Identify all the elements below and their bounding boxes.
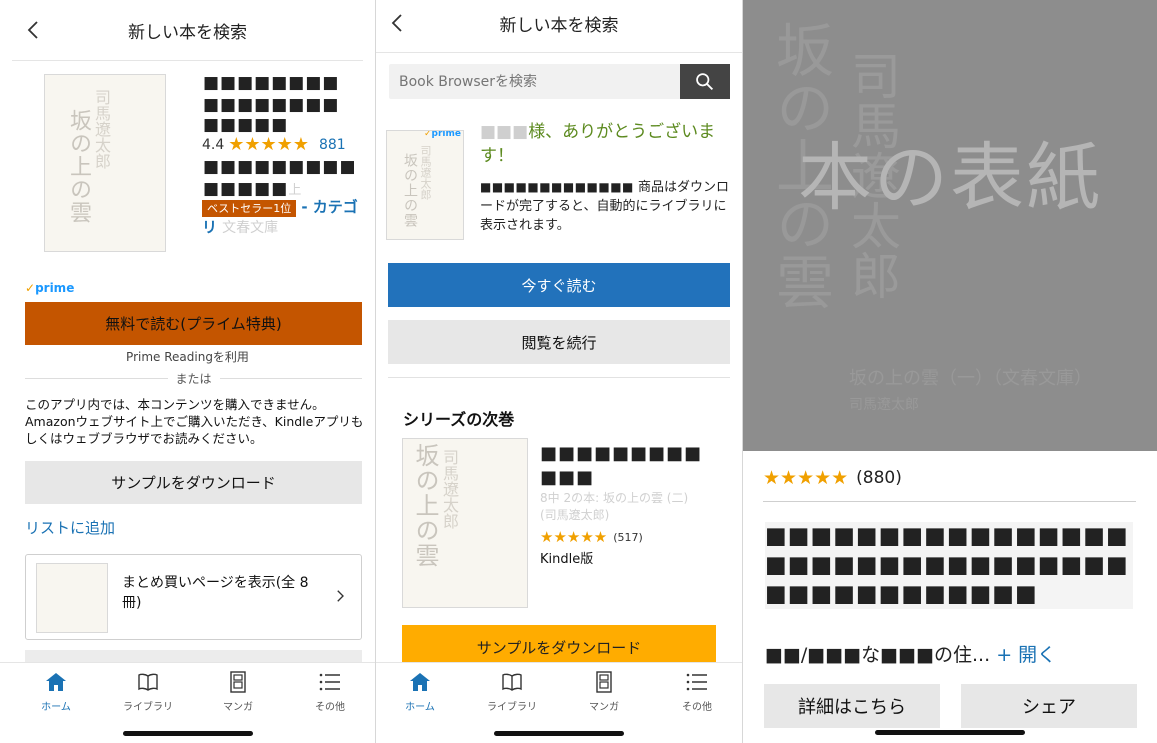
continue-browsing-button[interactable]: 閲覧を続行 <box>388 320 730 364</box>
book-icon <box>138 673 158 691</box>
chevron-right-icon <box>337 590 344 602</box>
manga-icon <box>596 671 612 693</box>
cover-title: 坂の上の雲 <box>402 153 418 228</box>
next-volume-cover[interactable]: 司馬遼太郎 坂の上の雲 <box>402 438 528 608</box>
book-title-tail: ■■■■■ <box>203 115 289 135</box>
cover-caption: 坂の上の雲（一）（文春文庫） <box>849 368 1092 389</box>
screen-purchase-complete: 新しい本を検索 ✓prime 司馬遼太郎 坂の上の雲 ■■■様、ありがとうござい… <box>376 0 742 743</box>
expand-link[interactable]: + 開く <box>996 644 1056 666</box>
header: 新しい本を検索 <box>376 0 742 60</box>
rating-count[interactable]: (880) <box>856 468 902 488</box>
search-bar <box>389 64 730 99</box>
book-cover[interactable]: 司馬遼太郎 坂の上の雲 <box>44 74 166 252</box>
home-icon <box>410 673 430 691</box>
rating-row: 4.4 ★★★★★ 881 <box>202 134 346 155</box>
screen-book-preview: 坂の上の雲 司馬遼太郎 本の表紙 坂の上の雲（一）（文春文庫） 司馬遼太郎 ★★… <box>743 0 1157 743</box>
header-divider <box>376 52 742 53</box>
bundle-cover <box>36 563 108 633</box>
purchase-note: このアプリ内では、本コンテンツを購入できません。Amazonウェブサイト上でご購… <box>25 397 364 446</box>
author[interactable]: ■■■■■■■■■■■■■■上 <box>203 156 358 200</box>
next-volume-rating: ★★★★★ (517) <box>540 528 643 546</box>
series-heading: シリーズの次巻 <box>403 410 515 429</box>
thanks-message: ■■■様、ありがとうございます！ <box>480 122 716 166</box>
rating-divider <box>763 501 1136 502</box>
cover-overlay-label: 本の表紙 <box>798 135 1102 221</box>
review-count: (517) <box>613 530 643 544</box>
format-label: Kindle版 <box>540 552 594 567</box>
search-input[interactable] <box>389 64 680 99</box>
page-title: 新しい本を検索 <box>128 23 247 43</box>
sample-download-button[interactable]: サンプルをダウンロード <box>25 461 362 504</box>
next-volume-title[interactable]: ■■■■■■■■■■■■ <box>540 442 716 490</box>
rating-row: ★★★★★ (880) <box>763 467 902 489</box>
section-divider <box>388 377 730 378</box>
tab-bar: ホーム ライブラリ マンガ その他 <box>0 662 375 743</box>
tab-more[interactable]: その他 <box>290 671 370 713</box>
cover-title: 坂の上の雲 <box>411 443 439 568</box>
bundle-card[interactable]: まとめ買いページを表示(全 8 冊) <box>25 554 362 640</box>
cover-area[interactable]: 坂の上の雲 司馬遼太郎 本の表紙 坂の上の雲（一）（文春文庫） 司馬遼太郎 <box>743 0 1157 451</box>
prime-reading-note: Prime Readingを利用 <box>126 350 249 364</box>
prime-check-icon: ✓ <box>25 281 36 295</box>
tab-bar: ホーム ライブラリ マンガ その他 <box>376 662 742 743</box>
cover-author: 司馬遼太郎 <box>440 449 459 529</box>
home-indicator <box>494 731 624 736</box>
home-icon <box>46 673 66 691</box>
rating-value: 4.4 <box>202 136 225 153</box>
book-thumbnail[interactable]: ✓prime 司馬遼太郎 坂の上の雲 <box>386 130 464 240</box>
review-count[interactable]: 881 <box>319 137 346 153</box>
next-volume-series-info: 8中 2の本: 坂の上の雲 (二) (司馬遼太郎) <box>540 491 689 522</box>
rating-stars-icon: ★★★★★ <box>540 528 608 546</box>
tab-more[interactable]: その他 <box>657 671 737 713</box>
cover-author: 司馬遼太郎 <box>419 145 432 200</box>
customer-name: ■■■ <box>480 122 529 142</box>
download-description: ■■■■■■■■■■■■■ 商品はダウンロードが完了すると、自動的にライブラリに… <box>480 180 730 233</box>
home-indicator <box>122 731 253 736</box>
badge-category-row: ベストセラー1位 - カテゴリ 文春文庫 <box>202 197 362 238</box>
share-button[interactable]: シェア <box>961 684 1137 728</box>
bundle-text: まとめ買いページを表示(全 8 冊) <box>122 575 309 611</box>
search-icon <box>696 73 714 91</box>
search-button[interactable] <box>680 64 730 99</box>
tab-manga[interactable]: マンガ <box>564 671 644 713</box>
menu-icon <box>686 673 707 691</box>
description-redacted: ■■■■■■■■■■■■■■■■■■■■■■■■■■■■■■■■■■■■■■■■… <box>765 522 1133 609</box>
screen-book-detail: 新しい本を検索 司馬遼太郎 坂の上の雲 ■■■■■■■■■■■■■■■■ ■■■… <box>0 0 375 743</box>
header: 新しい本を検索 <box>0 0 375 61</box>
read-now-button[interactable]: 今すぐ読む <box>388 263 730 307</box>
or-label: または <box>167 370 220 387</box>
rating-stars-icon: ★★★★★ <box>228 134 309 155</box>
add-to-list-link[interactable]: リストに追加 <box>25 517 115 538</box>
page-title: 新しい本を検索 <box>499 16 619 36</box>
menu-icon <box>319 673 340 691</box>
cover-title: 坂の上の雲 <box>66 109 91 224</box>
or-divider: または <box>25 370 362 387</box>
home-indicator <box>875 730 1025 735</box>
category-faded: 文春文庫 <box>222 220 279 236</box>
manga-icon <box>230 671 246 693</box>
tab-library[interactable]: ライブラリ <box>472 671 552 713</box>
rating-stars-icon: ★★★★★ <box>763 467 849 489</box>
prime-badge: ✓prime <box>424 130 461 139</box>
book-title: ■■■■■■■■■■■■■■■■ <box>203 73 340 115</box>
cover-caption-author: 司馬遼太郎 <box>849 397 919 413</box>
header-divider <box>12 60 363 61</box>
bestseller-badge: ベストセラー1位 <box>202 200 297 217</box>
description-tail: ■■/■■■な■■■の住... + 開く <box>765 644 1057 666</box>
tab-manga[interactable]: マンガ <box>198 671 278 713</box>
book-icon <box>502 673 522 691</box>
cover-author: 司馬遼太郎 <box>92 89 111 169</box>
read-free-button[interactable]: 無料で読む(プライム特典) <box>25 302 362 345</box>
tab-library[interactable]: ライブラリ <box>108 671 188 713</box>
details-button[interactable]: 詳細はこちら <box>764 684 940 728</box>
tab-home[interactable]: ホーム <box>16 671 96 713</box>
tab-home[interactable]: ホーム <box>380 671 460 713</box>
prime-logo: ✓prime <box>25 281 75 295</box>
